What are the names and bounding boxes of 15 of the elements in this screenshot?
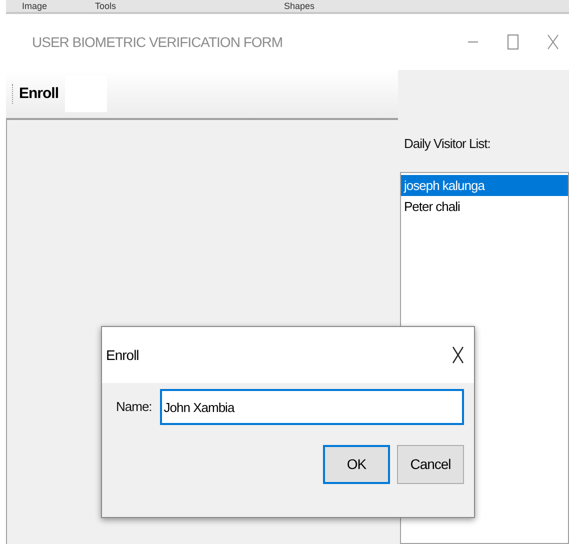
visitor-list-label: Daily Visitor List: (404, 135, 492, 153)
visitor-list-item[interactable]: joseph kalunga (401, 174, 568, 196)
name-label: Name: (116, 398, 152, 416)
menu-label: Tools (94, 1, 118, 12)
dialog-title: Enroll (106, 346, 139, 364)
cancel-button[interactable]: Cancel (397, 445, 464, 484)
menu-label: Image (21, 1, 48, 12)
name-field[interactable]: John Xambia (160, 389, 464, 425)
close-icon[interactable] (452, 346, 464, 364)
window-title: USER BIOMETRIC VERIFICATION FORM (32, 32, 283, 52)
enroll-button[interactable]: Enroll (19, 82, 59, 106)
maximize-icon[interactable] (507, 34, 519, 50)
menu-label: Shapes (283, 1, 316, 12)
ok-button[interactable]: OK (323, 445, 390, 484)
visitor-list-item[interactable]: Peter chali (401, 196, 568, 216)
